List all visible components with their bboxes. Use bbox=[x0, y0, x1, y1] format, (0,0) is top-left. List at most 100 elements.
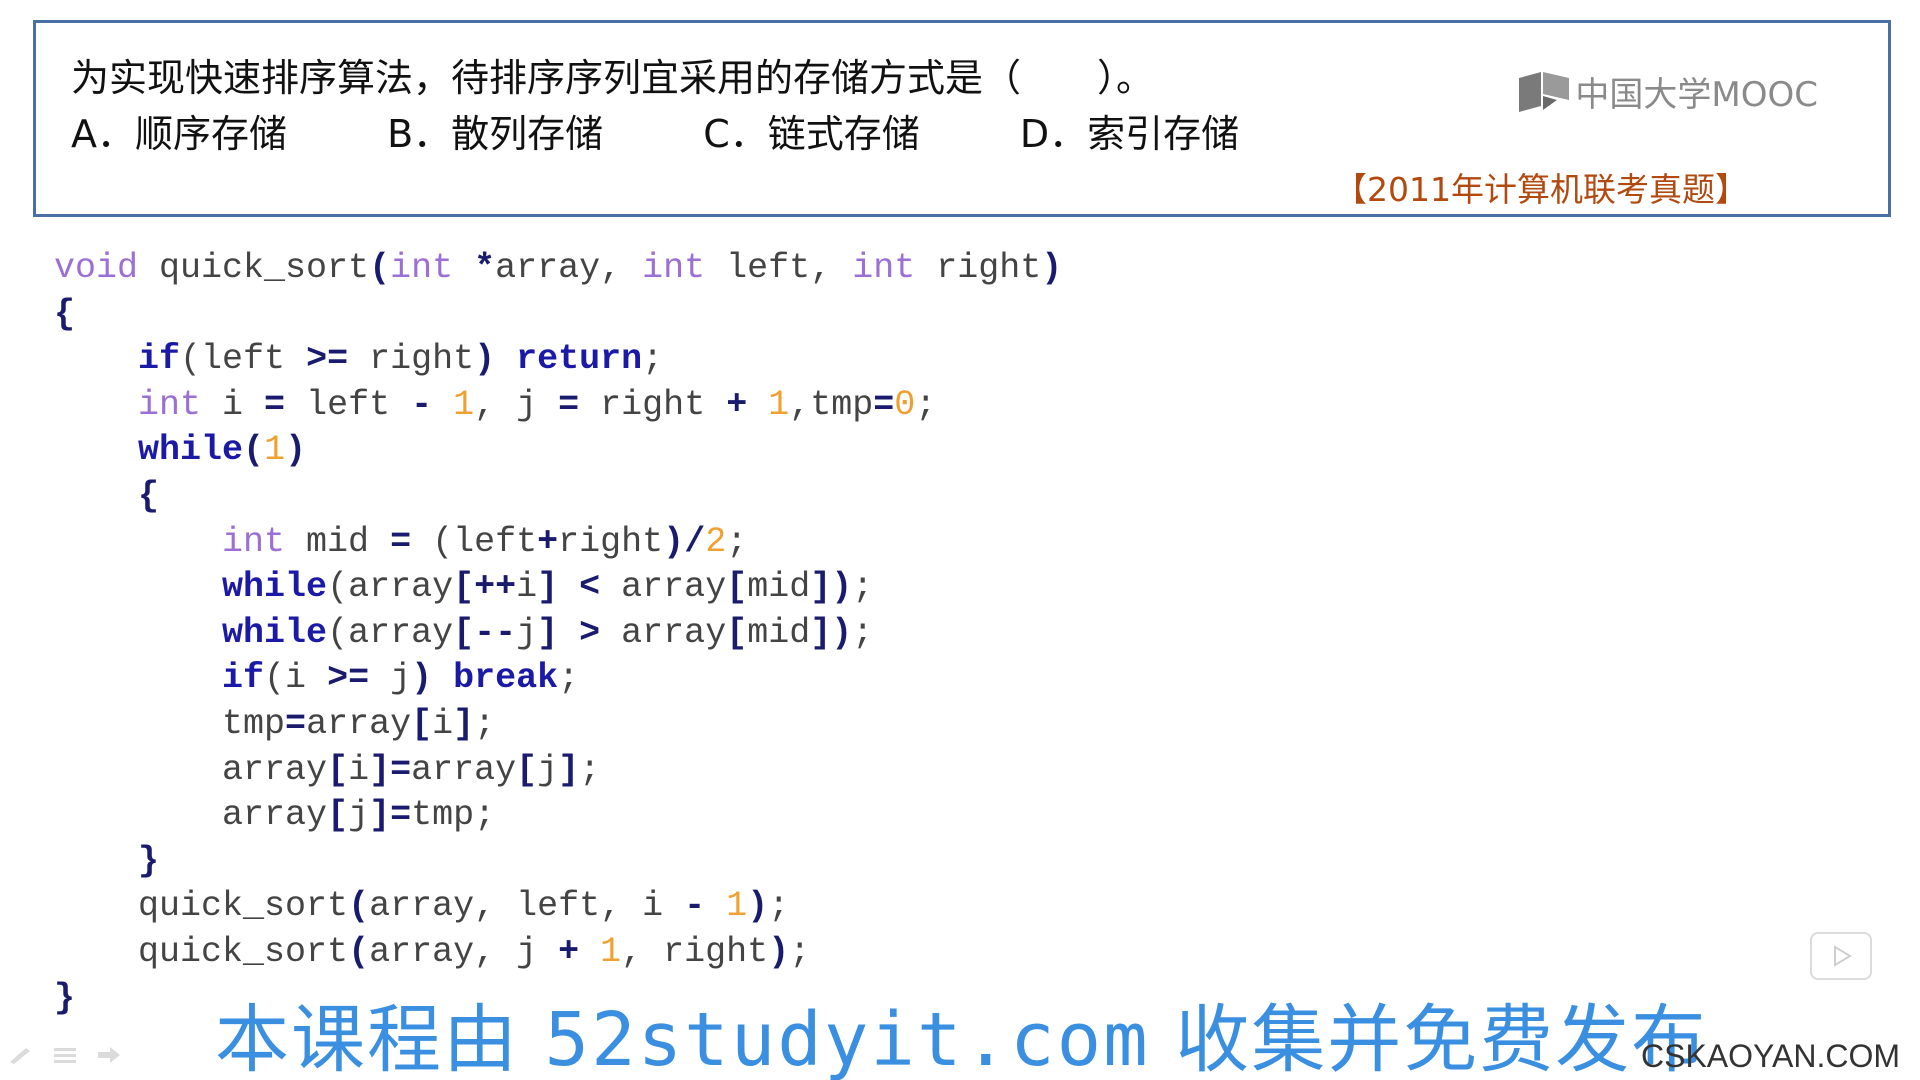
code-line: void quick_sort(int *array, int left, in… bbox=[54, 246, 1062, 292]
code-token: (i bbox=[264, 658, 328, 699]
code-token: array bbox=[222, 795, 328, 836]
code-token: ]) bbox=[810, 567, 853, 608]
code-token: { bbox=[54, 293, 76, 334]
code-line: if(i >= j) break; bbox=[54, 656, 1062, 702]
code-line: { bbox=[54, 292, 1062, 338]
code-token: [ bbox=[726, 567, 748, 608]
mooc-logo: 中国大学MOOC bbox=[1517, 67, 1818, 116]
code-token: array bbox=[411, 749, 517, 790]
code-token: + bbox=[537, 521, 559, 562]
code-token: ; bbox=[558, 658, 580, 699]
code-line: while(array[--j] > array[mid]); bbox=[54, 611, 1062, 657]
code-token: 1 bbox=[768, 384, 790, 425]
code-token: { bbox=[138, 475, 160, 516]
code-token: array bbox=[600, 567, 727, 608]
code-token: [ bbox=[327, 749, 349, 790]
menu-icon[interactable] bbox=[52, 1046, 78, 1068]
code-token: array, left, i bbox=[369, 886, 685, 927]
code-token: array, j bbox=[369, 931, 559, 972]
code-token: 1 bbox=[600, 931, 622, 972]
code-token: ( bbox=[369, 248, 391, 288]
code-token: i bbox=[432, 703, 454, 744]
code-token: > bbox=[579, 612, 601, 653]
code-line: } bbox=[54, 839, 1062, 885]
code-token: , j bbox=[474, 384, 559, 425]
code-token: break bbox=[453, 658, 559, 699]
code-block: void quick_sort(int *array, int left, in… bbox=[54, 246, 1062, 1021]
watermark-site: 52studyit.com bbox=[544, 997, 1150, 1080]
code-line: int mid = (left+right)/2; bbox=[54, 520, 1062, 566]
code-line: array[j]=tmp; bbox=[54, 793, 1062, 839]
code-token: ]= bbox=[369, 749, 412, 790]
code-token: i bbox=[348, 749, 370, 790]
code-token: 0 bbox=[894, 384, 916, 425]
question-source: 【2011年计算机联考真题】 bbox=[1334, 170, 1748, 209]
code-token: < bbox=[579, 567, 601, 608]
code-token: ( bbox=[243, 430, 265, 471]
code-token: ; bbox=[915, 384, 937, 425]
code-token: array bbox=[222, 749, 328, 790]
code-token: } bbox=[138, 840, 160, 881]
mooc-logo-text: 中国大学MOOC bbox=[1575, 75, 1818, 115]
code-line: tmp=array[i]; bbox=[54, 702, 1062, 748]
option-b: B．散列存储 bbox=[387, 112, 604, 156]
code-line: { bbox=[54, 474, 1062, 520]
code-token: int bbox=[642, 248, 706, 288]
code-token: 1 bbox=[726, 886, 748, 927]
code-token: quick_sort bbox=[138, 886, 349, 927]
code-token: ]= bbox=[369, 795, 412, 836]
code-token: array bbox=[600, 612, 727, 653]
code-token: (array bbox=[327, 567, 454, 608]
pen-icon[interactable] bbox=[8, 1046, 34, 1068]
code-token: j bbox=[516, 612, 538, 653]
code-token: quick_sort bbox=[138, 931, 349, 972]
code-token: j bbox=[348, 795, 370, 836]
code-token: array bbox=[306, 703, 412, 744]
code-token: 2 bbox=[705, 521, 727, 562]
code-token: 1 bbox=[264, 430, 286, 471]
code-token: [++ bbox=[453, 567, 517, 608]
code-token: [ bbox=[327, 795, 349, 836]
code-token: [ bbox=[726, 612, 748, 653]
code-token: [ bbox=[411, 703, 433, 744]
code-token: ; bbox=[579, 749, 601, 790]
code-token: j bbox=[537, 749, 559, 790]
code-token: ; bbox=[852, 567, 874, 608]
code-token: - bbox=[684, 886, 706, 927]
code-token: array, bbox=[495, 248, 643, 288]
option-d: D．索引存储 bbox=[1019, 112, 1240, 156]
option-c: C．链式存储 bbox=[703, 112, 920, 156]
code-line: quick_sort(array, j + 1, right); bbox=[54, 930, 1062, 976]
code-token: ; bbox=[768, 886, 790, 927]
code-token: quick_sort bbox=[138, 248, 370, 288]
play-button[interactable] bbox=[1810, 932, 1872, 980]
code-token: mid bbox=[747, 567, 811, 608]
code-token: = bbox=[285, 703, 307, 744]
code-token: if bbox=[222, 658, 265, 699]
code-token: ; bbox=[789, 931, 811, 972]
code-token: mid bbox=[747, 612, 811, 653]
code-token: while bbox=[138, 430, 244, 471]
arrow-right-icon[interactable] bbox=[96, 1046, 122, 1068]
code-token: ; bbox=[474, 795, 496, 836]
code-token: ) bbox=[285, 430, 307, 471]
code-token: return bbox=[516, 339, 643, 380]
code-line: quick_sort(array, left, i - 1); bbox=[54, 884, 1062, 930]
code-token: i bbox=[201, 384, 265, 425]
code-token: while bbox=[222, 567, 328, 608]
site-watermark: CSKAOYAN.COM bbox=[1641, 1038, 1900, 1074]
code-token: ; bbox=[726, 521, 748, 562]
code-token: * bbox=[474, 248, 496, 288]
code-token: ) bbox=[768, 931, 790, 972]
code-token: ; bbox=[474, 703, 496, 744]
